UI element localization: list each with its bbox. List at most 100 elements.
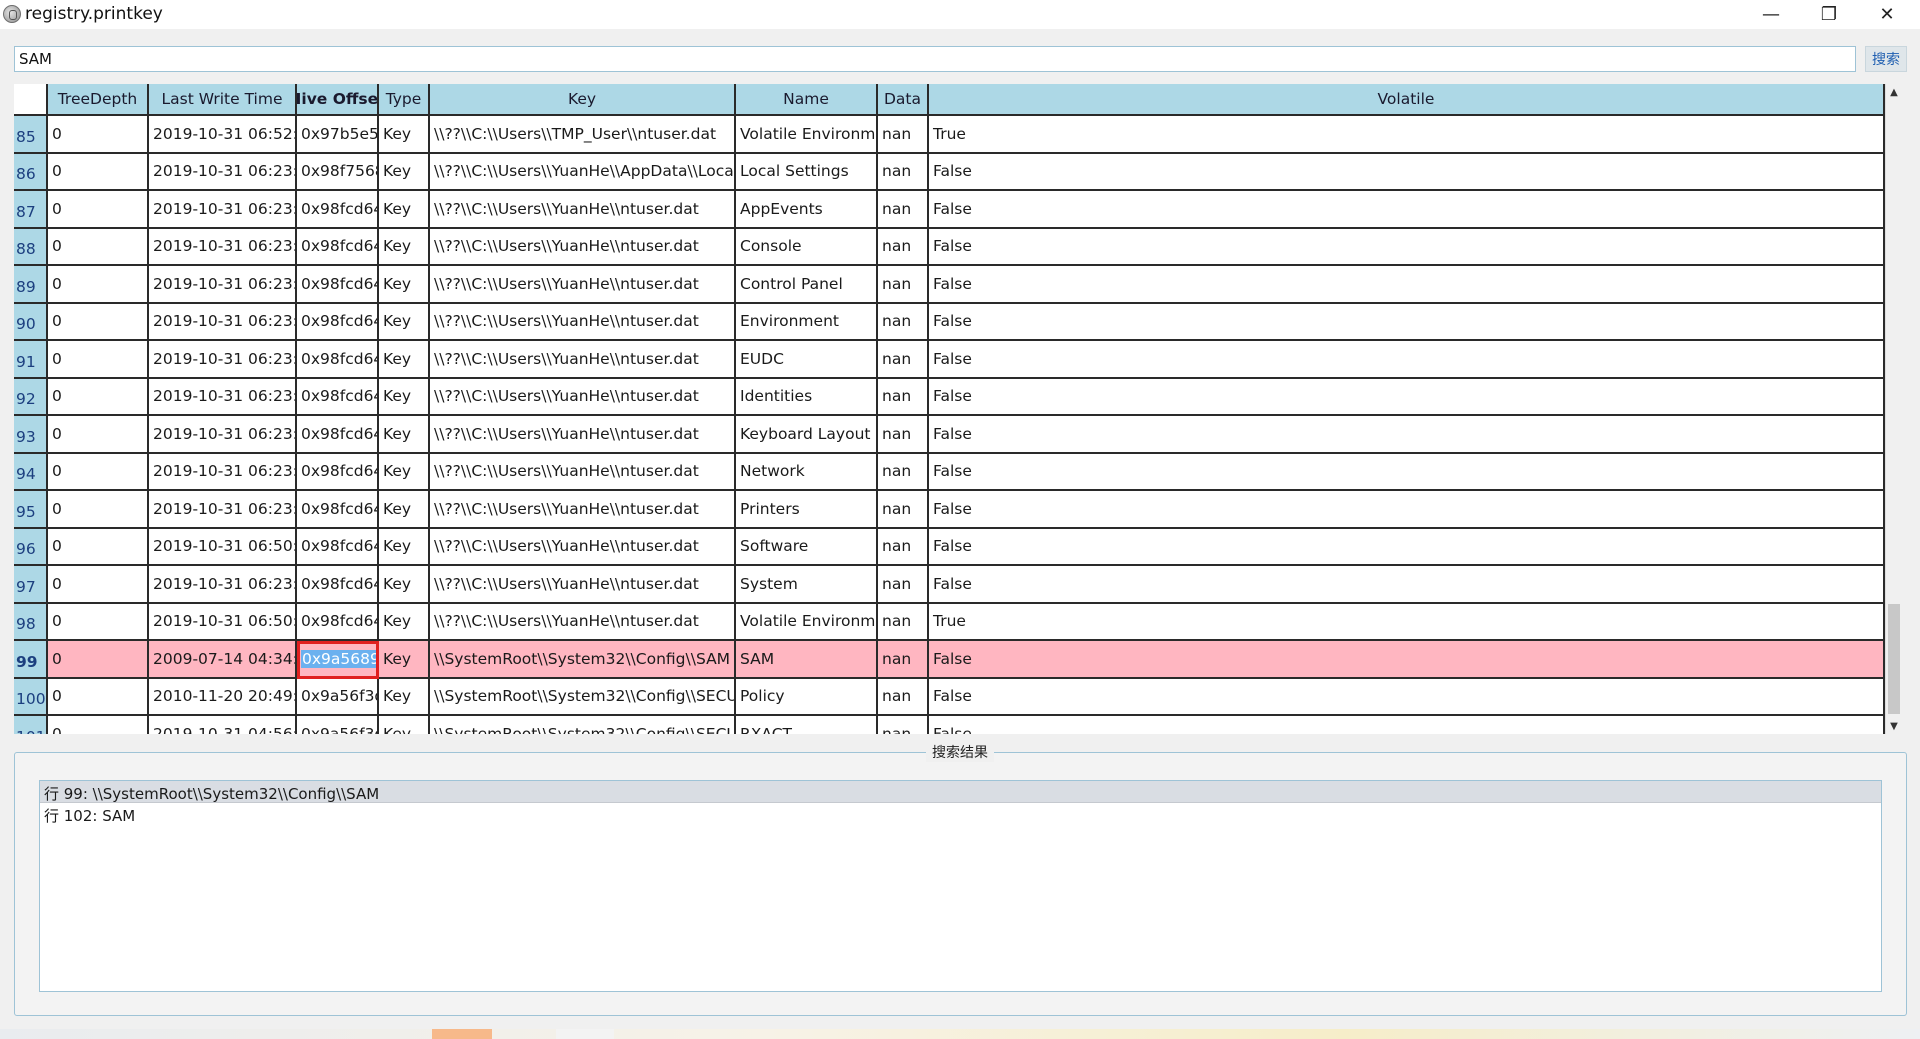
cell-last-write-time[interactable]: 2019-10-31 06:50:50.000000 (149, 603, 297, 641)
taskbar-item[interactable] (556, 1029, 614, 1039)
table-row[interactable]: 9202019-10-31 06:23:44.0000000x98fcd648K… (14, 378, 1885, 416)
cell-tree-depth[interactable]: 0 (48, 191, 149, 229)
cell-volatile[interactable]: False (929, 528, 1885, 566)
column-header-name[interactable]: Name (736, 84, 878, 116)
taskbar-item[interactable] (432, 1029, 492, 1039)
cell-key[interactable]: \\SystemRoot\\System32\\Config\\SECURITY (430, 678, 736, 716)
cell-hive-offset[interactable]: 0x98fcd648 (297, 266, 379, 304)
row-header[interactable]: 101 (14, 716, 48, 734)
table-row[interactable]: 9302019-10-31 06:23:42.0000000x98fcd648K… (14, 416, 1885, 454)
cell-last-write-time[interactable]: 2019-10-31 06:23:41.000000 (149, 228, 297, 266)
cell-type[interactable]: Key (379, 528, 430, 566)
cell-hive-offset[interactable]: 0x98fcd648 (297, 341, 379, 379)
cell-volatile[interactable]: False (929, 191, 1885, 229)
cell-type[interactable]: Key (379, 453, 430, 491)
cell-tree-depth[interactable]: 0 (48, 416, 149, 454)
row-header[interactable]: 97 (14, 566, 48, 604)
cell-name[interactable]: Identities (736, 378, 878, 416)
cell-last-write-time[interactable]: 2019-10-31 06:23:41.000000 (149, 191, 297, 229)
cell-last-write-time[interactable]: 2019-10-31 06:23:41.000000 (149, 303, 297, 341)
cell-name[interactable]: Policy (736, 678, 878, 716)
row-header[interactable]: 87 (14, 191, 48, 229)
cell-tree-depth[interactable]: 0 (48, 266, 149, 304)
cell-hive-offset[interactable]: 0x97b5e5d8 (297, 116, 379, 154)
table-row[interactable]: 8502019-10-31 06:52:04.0000000x97b5e5d8K… (14, 116, 1885, 154)
row-header[interactable]: 91 (14, 341, 48, 379)
cell-name[interactable]: Printers (736, 491, 878, 529)
cell-key[interactable]: \\??\\C:\\Users\\TMP_User\\ntuser.dat (430, 116, 736, 154)
cell-volatile[interactable]: False (929, 453, 1885, 491)
cell-name[interactable]: Volatile Environment (736, 116, 878, 154)
cell-data[interactable]: nan (878, 566, 929, 604)
scroll-down-icon[interactable]: ▼ (1886, 718, 1902, 734)
cell-tree-depth[interactable]: 0 (48, 228, 149, 266)
cell-data[interactable]: nan (878, 378, 929, 416)
cell-name[interactable]: Network (736, 453, 878, 491)
cell-key[interactable]: \\??\\C:\\Users\\YuanHe\\ntuser.dat (430, 491, 736, 529)
cell-name[interactable]: Environment (736, 303, 878, 341)
cell-name[interactable]: Local Settings (736, 153, 878, 191)
table-row[interactable]: 9502019-10-31 06:23:41.0000000x98fcd648K… (14, 491, 1885, 529)
search-result-item[interactable]: 行 99: \\SystemRoot\\System32\\Config\\SA… (40, 781, 1881, 803)
cell-key[interactable]: \\??\\C:\\Users\\YuanHe\\ntuser.dat (430, 453, 736, 491)
search-button[interactable]: 搜索 (1865, 46, 1907, 72)
cell-type[interactable]: Key (379, 416, 430, 454)
cell-type[interactable]: Key (379, 191, 430, 229)
cell-type[interactable]: Key (379, 716, 430, 734)
cell-key[interactable]: \\??\\C:\\Users\\YuanHe\\ntuser.dat (430, 566, 736, 604)
table-row[interactable]: 9402019-10-31 06:23:41.0000000x98fcd648K… (14, 453, 1885, 491)
column-header-hive-offset[interactable]: Hive Offset (297, 84, 379, 116)
cell-last-write-time[interactable]: 2019-10-31 06:50:50.000000 (149, 528, 297, 566)
cell-key[interactable]: \\??\\C:\\Users\\YuanHe\\ntuser.dat (430, 416, 736, 454)
cell-hive-offset[interactable]: 0x98fcd648 (297, 191, 379, 229)
column-header-type[interactable]: Type (379, 84, 430, 116)
table-row[interactable]: 8702019-10-31 06:23:41.0000000x98fcd648K… (14, 191, 1885, 229)
cell-hive-offset[interactable]: 0x98fcd648 (297, 566, 379, 604)
cell-name[interactable]: Software (736, 528, 878, 566)
cell-volatile[interactable]: False (929, 416, 1885, 454)
cell-type[interactable]: Key (379, 378, 430, 416)
cell-tree-depth[interactable]: 0 (48, 641, 149, 679)
table-row[interactable]: 10002010-11-20 20:49:50.0000000x9a56f3d8… (14, 678, 1885, 716)
vertical-scrollbar[interactable]: ▲ ▼ (1885, 84, 1901, 734)
cell-hive-offset[interactable]: 0x9a5689c8 (297, 641, 379, 679)
row-header[interactable]: 90 (14, 303, 48, 341)
cell-name[interactable]: System (736, 566, 878, 604)
cell-last-write-time[interactable]: 2010-11-20 20:49:50.000000 (149, 678, 297, 716)
cell-data[interactable]: nan (878, 416, 929, 454)
cell-tree-depth[interactable]: 0 (48, 716, 149, 734)
table-row[interactable]: 10102019-10-31 04:56:23.0000000x9a56f3d8… (14, 716, 1885, 734)
cell-volatile[interactable]: False (929, 716, 1885, 734)
cell-volatile[interactable]: False (929, 378, 1885, 416)
cell-hive-offset[interactable]: 0x98fcd648 (297, 491, 379, 529)
cell-key[interactable]: \\??\\C:\\Users\\YuanHe\\ntuser.dat (430, 528, 736, 566)
cell-last-write-time[interactable]: 2019-10-31 06:23:52.000000 (149, 153, 297, 191)
table-row[interactable]: 9002019-10-31 06:23:41.0000000x98fcd648K… (14, 303, 1885, 341)
cell-volatile[interactable]: False (929, 678, 1885, 716)
cell-tree-depth[interactable]: 0 (48, 378, 149, 416)
cell-last-write-time[interactable]: 2019-10-31 06:23:41.000000 (149, 566, 297, 604)
cell-type[interactable]: Key (379, 303, 430, 341)
cell-hive-offset[interactable]: 0x9a56f3d8 (297, 678, 379, 716)
minimize-icon[interactable]: — (1742, 0, 1800, 29)
cell-last-write-time[interactable]: 2009-07-14 04:34:12.000000 (149, 641, 297, 679)
row-header[interactable]: 100 (14, 678, 48, 716)
cell-tree-depth[interactable]: 0 (48, 153, 149, 191)
table-row[interactable]: 8602019-10-31 06:23:52.0000000x98f75688K… (14, 153, 1885, 191)
title-bar[interactable]: registry.printkey — ❐ ✕ (0, 0, 1920, 29)
cell-hive-offset[interactable]: 0x98fcd648 (297, 528, 379, 566)
cell-tree-depth[interactable]: 0 (48, 566, 149, 604)
cell-data[interactable]: nan (878, 303, 929, 341)
cell-tree-depth[interactable]: 0 (48, 528, 149, 566)
cell-volatile[interactable]: True (929, 116, 1885, 154)
search-input[interactable] (14, 46, 1856, 72)
column-header-tree-depth[interactable]: TreeDepth (48, 84, 149, 116)
cell-volatile[interactable]: True (929, 603, 1885, 641)
cell-volatile[interactable]: False (929, 228, 1885, 266)
row-header[interactable]: 93 (14, 416, 48, 454)
cell-name[interactable]: Console (736, 228, 878, 266)
cell-hive-offset[interactable]: 0x98fcd648 (297, 453, 379, 491)
cell-type[interactable]: Key (379, 228, 430, 266)
cell-type[interactable]: Key (379, 266, 430, 304)
cell-key[interactable]: \\??\\C:\\Users\\YuanHe\\ntuser.dat (430, 603, 736, 641)
